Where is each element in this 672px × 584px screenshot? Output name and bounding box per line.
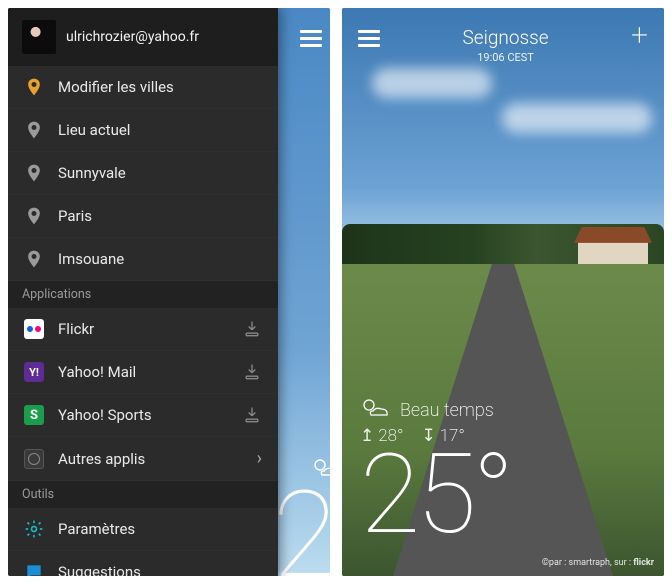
- sidebar-app-yahoo-sports[interactable]: S Yahoo! Sports: [8, 394, 278, 437]
- hamburger-icon[interactable]: [300, 26, 322, 51]
- condition-text: Beau temps: [400, 400, 494, 421]
- sidebar-tool-suggestions[interactable]: Suggestions: [8, 551, 278, 576]
- gear-icon: [24, 519, 44, 539]
- yahoo-mail-icon: Y!: [24, 362, 44, 382]
- sidebar-item-label: Imsouane: [58, 250, 124, 268]
- flickr-icon: [24, 319, 44, 339]
- download-icon: [242, 319, 262, 339]
- chevron-right-icon: ›: [257, 448, 262, 469]
- user-row[interactable]: ulrichrozier@yahoo.fr: [8, 8, 278, 66]
- sidebar-tool-settings[interactable]: Paramètres: [8, 508, 278, 551]
- sidebar-item-sunnyvale[interactable]: Sunnyvale: [8, 152, 278, 195]
- cloud-decoration: [502, 103, 652, 133]
- background-peek: 2: [280, 8, 330, 576]
- current-temperature: 25°: [360, 440, 510, 550]
- avatar: [22, 20, 56, 54]
- attribution-brand: flickr: [633, 558, 654, 568]
- sidebar-app-flickr[interactable]: Flickr: [8, 308, 278, 351]
- condition-icon: [360, 397, 390, 424]
- sidebar-app-other[interactable]: Autres applis ›: [8, 437, 278, 481]
- download-icon: [242, 362, 262, 382]
- peek-temperature: 2: [272, 466, 330, 576]
- pin-icon: [24, 120, 44, 140]
- weather-summary: Beau temps ↥28° ↧17° 25°: [360, 397, 510, 550]
- down-arrow-icon: ↧: [421, 426, 435, 446]
- up-arrow-icon: ↥: [360, 426, 374, 446]
- sidebar-app-yahoo-mail[interactable]: Y! Yahoo! Mail: [8, 351, 278, 394]
- weather-header: Seignosse 19:06 CEST +: [342, 8, 664, 64]
- section-header-outils: Outils: [8, 481, 278, 508]
- pin-icon: [24, 206, 44, 226]
- photo-attribution: ©par : smartraph, sur : flickr: [542, 558, 654, 568]
- other-apps-icon: [24, 449, 44, 469]
- screenshot-left: 2 ulrichrozier@yahoo.fr Modifier les vil…: [8, 8, 330, 576]
- cloud-decoration: [372, 68, 492, 98]
- hamburger-icon[interactable]: [358, 26, 380, 51]
- yahoo-sports-icon: S: [24, 405, 44, 425]
- sidebar-item-label: Autres applis: [58, 450, 145, 468]
- add-location-button[interactable]: +: [631, 26, 648, 46]
- chat-icon: [24, 562, 44, 576]
- download-icon: [242, 405, 262, 425]
- local-time: 19:06 CEST: [463, 51, 549, 64]
- location-title[interactable]: Seignosse 19:06 CEST: [463, 26, 549, 64]
- pin-icon: [24, 249, 44, 269]
- sidebar-item-edit-cities[interactable]: Modifier les villes: [8, 66, 278, 109]
- sidebar-item-label: Paramètres: [58, 520, 135, 538]
- sidebar-item-label: Sunnyvale: [58, 164, 126, 182]
- sidebar-item-label: Lieu actuel: [58, 121, 130, 139]
- sidebar-item-paris[interactable]: Paris: [8, 195, 278, 238]
- sidebar-item-label: Flickr: [58, 320, 94, 338]
- sidebar-item-label: Paris: [58, 207, 92, 225]
- sidebar-item-label: Modifier les villes: [58, 78, 174, 96]
- section-header-applications: Applications: [8, 281, 278, 308]
- sidebar: ulrichrozier@yahoo.fr Modifier les ville…: [8, 8, 278, 576]
- pin-icon: [24, 77, 44, 97]
- sidebar-item-label: Suggestions: [58, 563, 141, 576]
- pin-icon: [24, 163, 44, 183]
- sidebar-item-label: Yahoo! Mail: [58, 363, 136, 381]
- city-name: Seignosse: [463, 26, 549, 49]
- screenshot-right: Seignosse 19:06 CEST + Beau temps ↥28° ↧…: [342, 8, 664, 576]
- sidebar-item-label: Yahoo! Sports: [58, 406, 152, 424]
- sidebar-item-current-location[interactable]: Lieu actuel: [8, 109, 278, 152]
- sidebar-item-imsouane[interactable]: Imsouane: [8, 238, 278, 281]
- user-email: ulrichrozier@yahoo.fr: [66, 29, 199, 45]
- attribution-text: ©par : smartraph, sur :: [542, 558, 633, 568]
